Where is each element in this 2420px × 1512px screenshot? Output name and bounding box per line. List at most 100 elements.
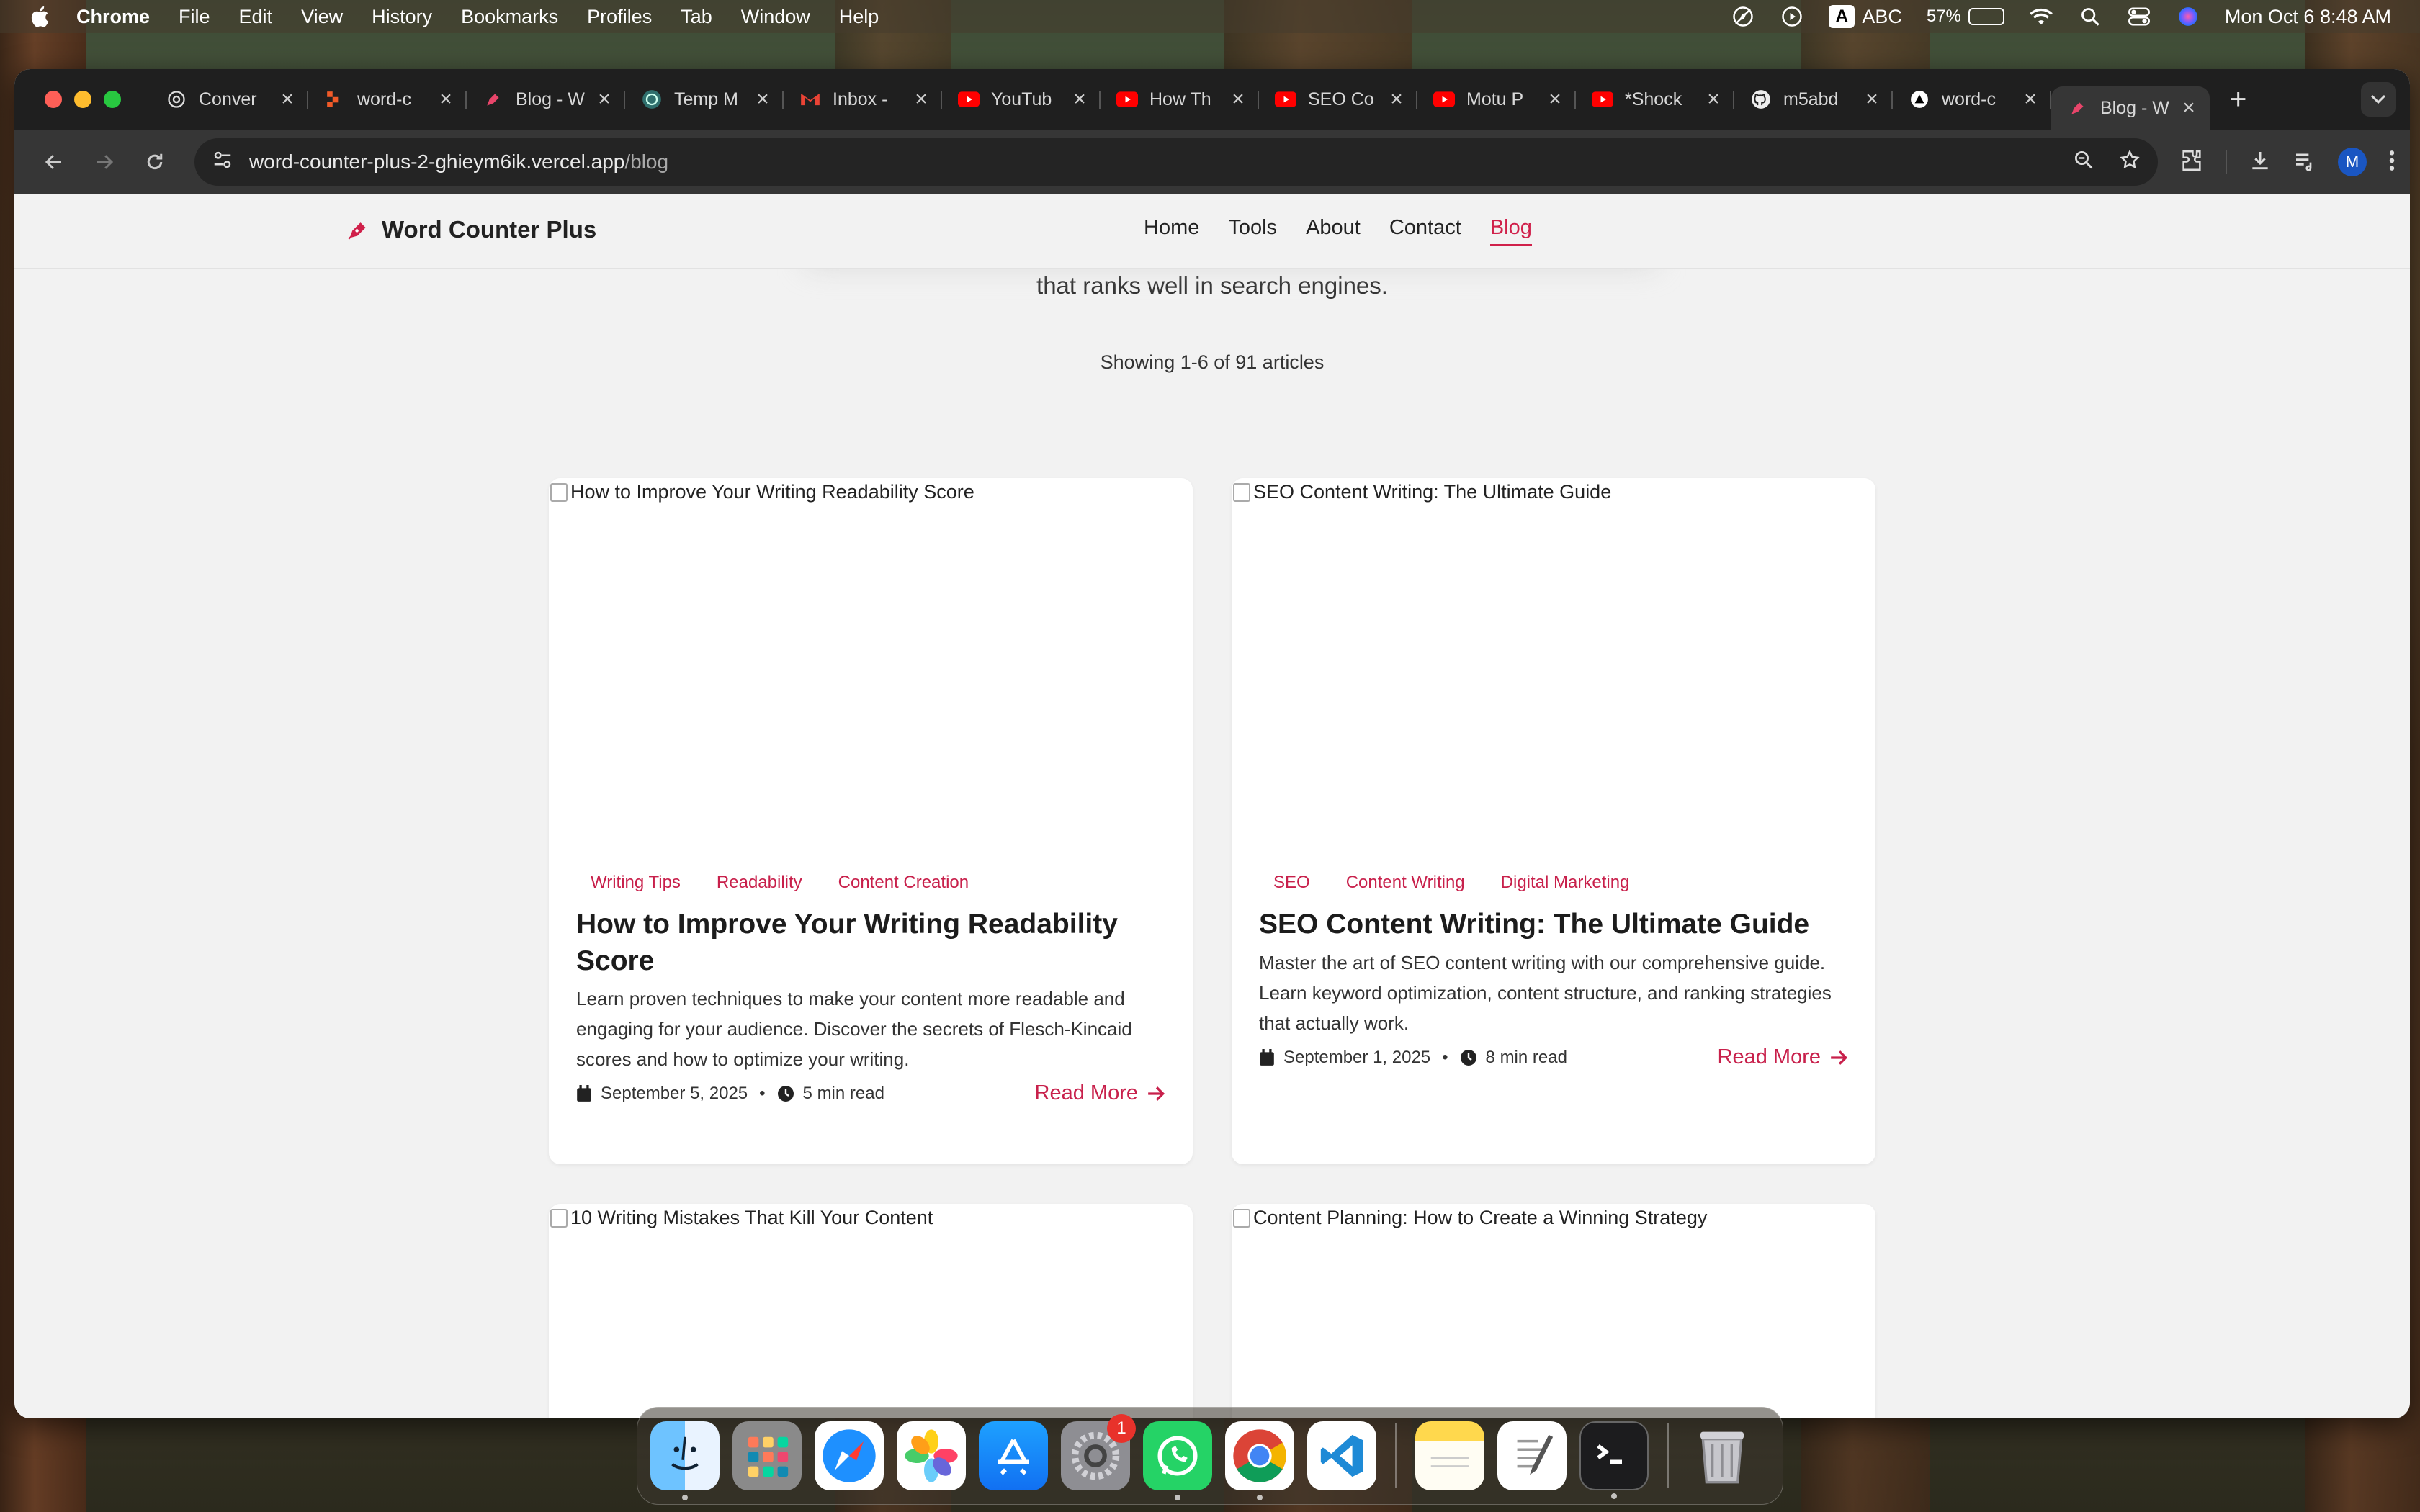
close-window-button[interactable]: [45, 91, 62, 108]
tab-youtube-3[interactable]: SEO Co ×: [1259, 78, 1417, 121]
menu-file[interactable]: File: [179, 6, 210, 28]
tag[interactable]: Digital Marketing: [1501, 873, 1630, 893]
dock-whatsapp[interactable]: [1143, 1421, 1212, 1500]
spotlight-search-icon[interactable]: [2078, 4, 2102, 29]
article-image[interactable]: Content Planning: How to Create a Winnin…: [1233, 1207, 1707, 1229]
dock-app-store[interactable]: [979, 1421, 1048, 1490]
reload-button[interactable]: [130, 137, 180, 187]
close-tab-icon[interactable]: ×: [1227, 87, 1249, 112]
menu-tab[interactable]: Tab: [681, 6, 712, 28]
menu-chrome[interactable]: Chrome: [76, 6, 150, 28]
nav-blog[interactable]: Blog: [1489, 216, 1532, 246]
tab-temp-mail[interactable]: Temp M ×: [625, 78, 784, 121]
nav-contact[interactable]: Contact: [1389, 216, 1461, 246]
dock-safari[interactable]: [815, 1421, 884, 1490]
wifi-icon[interactable]: [2029, 4, 2053, 29]
siri-icon[interactable]: [2176, 4, 2200, 29]
close-tab-icon[interactable]: ×: [1386, 87, 1407, 112]
bookmark-star-icon[interactable]: [2119, 149, 2141, 176]
tab-word-counter-app[interactable]: word-c ×: [308, 78, 467, 121]
article-image[interactable]: SEO Content Writing: The Ultimate Guide: [1233, 481, 1611, 503]
dock-photos[interactable]: [897, 1421, 966, 1490]
tab-chatgpt[interactable]: Conver ×: [150, 78, 308, 121]
close-tab-icon[interactable]: ×: [1544, 87, 1566, 112]
media-queue-icon[interactable]: [2293, 149, 2316, 176]
extensions-icon[interactable]: [2179, 148, 2204, 176]
battery-status[interactable]: 57%: [1927, 6, 2004, 27]
close-tab-icon[interactable]: ×: [1861, 87, 1883, 112]
article-image[interactable]: 10 Writing Mistakes That Kill Your Conte…: [550, 1207, 933, 1229]
tab-youtube-2[interactable]: How Th ×: [1101, 78, 1259, 121]
dock-system-settings[interactable]: 1: [1061, 1414, 1136, 1490]
dock-notes[interactable]: [1415, 1421, 1484, 1490]
close-tab-icon[interactable]: ×: [277, 87, 298, 112]
minimize-window-button[interactable]: [74, 91, 91, 108]
tag[interactable]: Writing Tips: [591, 873, 681, 893]
tab-blog[interactable]: Blog - W ×: [467, 78, 625, 121]
menu-window[interactable]: Window: [741, 6, 810, 28]
close-tab-icon[interactable]: ×: [2020, 87, 2041, 112]
dock-launchpad[interactable]: [732, 1421, 802, 1490]
address-bar[interactable]: word-counter-plus-2-ghieym6ik.vercel.app…: [194, 138, 2158, 186]
close-tab-icon[interactable]: ×: [910, 87, 932, 112]
dock-finder[interactable]: [650, 1421, 720, 1500]
close-tab-icon[interactable]: ×: [752, 87, 774, 112]
tab-blog-active[interactable]: Blog - W ×: [2051, 86, 2210, 130]
nav-home[interactable]: Home: [1144, 216, 1199, 246]
dock-chrome[interactable]: [1225, 1421, 1294, 1500]
nav-tools[interactable]: Tools: [1228, 216, 1277, 246]
clock[interactable]: Mon Oct 6 8:48 AM: [2225, 6, 2391, 28]
back-button[interactable]: [29, 137, 79, 187]
close-tab-icon[interactable]: ×: [1703, 87, 1724, 112]
tag[interactable]: Content Creation: [838, 873, 969, 893]
site-info-icon[interactable]: [212, 149, 233, 176]
close-tab-icon[interactable]: ×: [435, 87, 457, 112]
menu-history[interactable]: History: [372, 6, 432, 28]
forward-button[interactable]: [79, 137, 130, 187]
menu-profiles[interactable]: Profiles: [587, 6, 652, 28]
article-card[interactable]: How to Improve Your Writing Readability …: [549, 478, 1193, 1164]
tab-github[interactable]: m5abd ×: [1734, 78, 1893, 121]
new-tab-button[interactable]: +: [2230, 84, 2246, 116]
tab-gmail[interactable]: Inbox - ×: [784, 78, 942, 121]
tab-youtube-1[interactable]: YouTub ×: [942, 78, 1101, 121]
tab-youtube-5[interactable]: *Shock ×: [1576, 78, 1734, 121]
site-logo[interactable]: Word Counter Plus: [346, 216, 596, 243]
close-tab-icon[interactable]: ×: [1069, 87, 1090, 112]
zoom-window-button[interactable]: [104, 91, 121, 108]
control-center-icon[interactable]: [2127, 4, 2151, 29]
article-title[interactable]: How to Improve Your Writing Readability …: [576, 906, 1150, 979]
dock-trash[interactable]: [1688, 1421, 1757, 1490]
downloads-icon[interactable]: [2249, 149, 2272, 176]
input-source-menu[interactable]: A ABC: [1829, 5, 1902, 28]
article-card[interactable]: SEO Content Writing: The Ultimate Guide …: [1232, 478, 1876, 1164]
close-tab-icon[interactable]: ×: [2178, 96, 2200, 120]
menu-view[interactable]: View: [301, 6, 343, 28]
article-image[interactable]: How to Improve Your Writing Readability …: [550, 481, 974, 503]
compass-off-icon[interactable]: [1731, 4, 1755, 29]
zoom-icon[interactable]: [2073, 149, 2094, 176]
menu-bookmarks[interactable]: Bookmarks: [461, 6, 558, 28]
tag[interactable]: SEO: [1273, 873, 1310, 893]
read-more-link[interactable]: Read More: [1035, 1081, 1165, 1105]
tab-search-button[interactable]: [2361, 82, 2396, 117]
menu-help[interactable]: Help: [839, 6, 879, 28]
menu-edit[interactable]: Edit: [239, 6, 273, 28]
apple-menu-icon[interactable]: [29, 4, 53, 29]
tag[interactable]: Readability: [717, 873, 802, 893]
tag[interactable]: Content Writing: [1346, 873, 1465, 893]
tab-youtube-4[interactable]: Motu P ×: [1417, 78, 1576, 121]
article-title[interactable]: SEO Content Writing: The Ultimate Guide: [1259, 906, 1832, 942]
more-menu-icon[interactable]: [2388, 149, 2396, 176]
play-circle-icon[interactable]: [1780, 4, 1804, 29]
tab-vercel[interactable]: word-c ×: [1893, 78, 2051, 121]
article-card[interactable]: 10 Writing Mistakes That Kill Your Conte…: [549, 1204, 1193, 1418]
article-card[interactable]: Content Planning: How to Create a Winnin…: [1232, 1204, 1876, 1418]
read-more-link[interactable]: Read More: [1718, 1045, 1848, 1069]
nav-about[interactable]: About: [1306, 216, 1361, 246]
dock-terminal[interactable]: [1579, 1421, 1649, 1499]
profile-avatar[interactable]: M: [2338, 148, 2367, 176]
close-tab-icon[interactable]: ×: [593, 87, 615, 112]
dock-textedit[interactable]: [1497, 1421, 1567, 1490]
dock-vscode[interactable]: [1307, 1421, 1376, 1490]
